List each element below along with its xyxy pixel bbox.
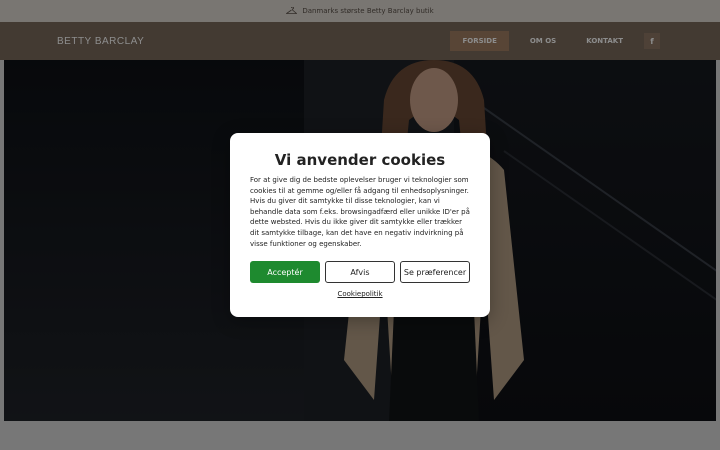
cookie-dialog: Vi anvender cookies For at give dig de b… xyxy=(230,133,490,317)
decline-button[interactable]: Afvis xyxy=(325,261,395,283)
cookie-body: For at give dig de bedste oplevelser bru… xyxy=(250,176,470,248)
cookie-policy-link[interactable]: Cookiepolitik xyxy=(230,290,490,298)
accept-button[interactable]: Acceptér xyxy=(250,261,320,283)
cookie-title: Vi anvender cookies xyxy=(274,151,446,169)
preferences-button[interactable]: Se præferencer xyxy=(400,261,470,283)
